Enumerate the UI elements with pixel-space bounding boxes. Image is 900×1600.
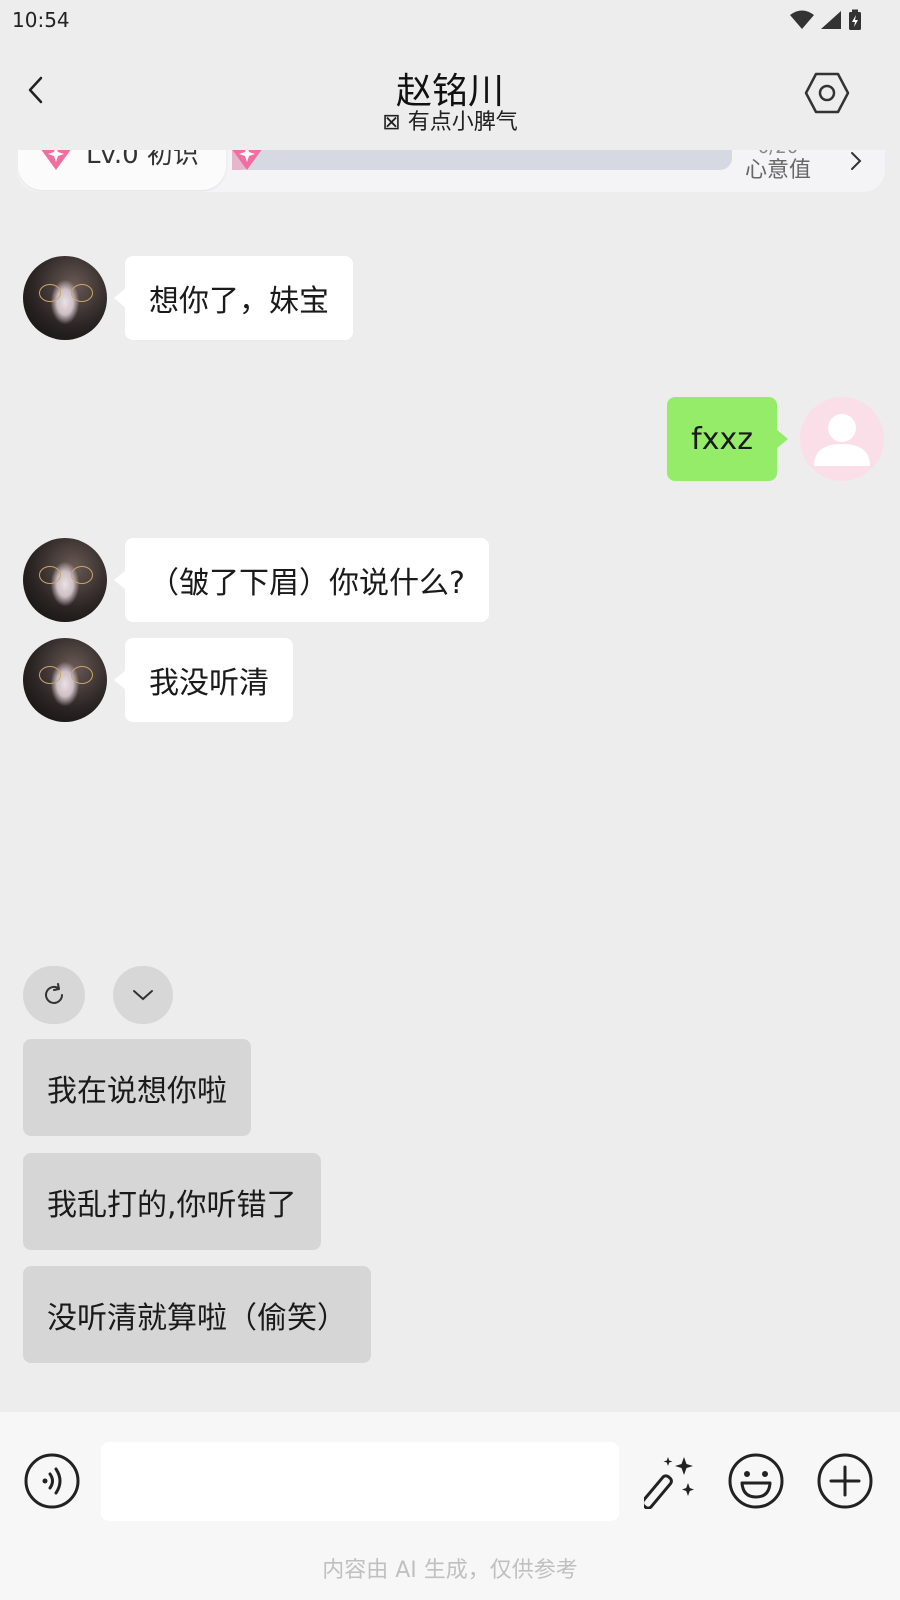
glasses-left bbox=[39, 284, 61, 302]
collapse-suggestions-button[interactable] bbox=[113, 966, 173, 1024]
character-mood: ⊠ 有点小脾气 bbox=[382, 110, 518, 135]
glasses-right bbox=[71, 284, 93, 302]
ai-disclaimer: 内容由 AI 生成，仅供参考 bbox=[322, 1558, 578, 1583]
message-bubble-user[interactable]: fxxz bbox=[667, 397, 788, 481]
glasses-right bbox=[71, 666, 93, 684]
heart-label: 心意值 bbox=[744, 158, 811, 183]
voice-wave-icon bbox=[24, 1453, 80, 1509]
message-bubble-ai[interactable]: （皱了下眉）你说什么? bbox=[114, 538, 489, 622]
back-button[interactable] bbox=[20, 70, 50, 110]
settings-button[interactable] bbox=[804, 70, 850, 116]
signal-icon bbox=[821, 11, 841, 29]
emoji-button[interactable] bbox=[727, 1452, 785, 1510]
intimacy-bar[interactable]: Lv.0 初识 0/20 心意值 bbox=[17, 150, 885, 192]
plus-circle-icon bbox=[817, 1453, 873, 1509]
status-icons bbox=[790, 9, 862, 31]
message-bubble-ai[interactable]: 想你了，妹宝 bbox=[114, 256, 353, 340]
glasses-right bbox=[71, 566, 93, 584]
user-avatar[interactable] bbox=[800, 397, 884, 481]
level-label: Lv.0 初识 bbox=[86, 150, 199, 170]
chevron-down-icon bbox=[133, 990, 153, 1001]
hexagon-gear-icon bbox=[804, 72, 850, 114]
page-title: 赵铭川 bbox=[395, 71, 504, 112]
status-bar: 10:54 bbox=[0, 0, 900, 40]
voice-button[interactable] bbox=[23, 1452, 81, 1510]
title-block: 赵铭川 ⊠ 有点小脾气 bbox=[250, 70, 650, 136]
refresh-suggestions-button[interactable] bbox=[23, 966, 85, 1024]
refresh-icon bbox=[45, 983, 63, 1004]
magic-wand-sparkle-icon bbox=[644, 1457, 694, 1509]
status-time: 10:54 bbox=[12, 8, 70, 32]
user-icon bbox=[814, 414, 870, 466]
gem-icon bbox=[232, 150, 262, 170]
chevron-left-icon bbox=[28, 76, 43, 104]
heart-count: 0/20 bbox=[733, 150, 823, 158]
level-pill: Lv.0 初识 bbox=[18, 150, 226, 190]
ai-avatar[interactable] bbox=[23, 256, 107, 340]
ai-avatar[interactable] bbox=[23, 538, 107, 622]
magic-reply-button[interactable] bbox=[643, 1452, 701, 1510]
battery-icon bbox=[849, 9, 861, 30]
glasses-left bbox=[39, 666, 61, 684]
input-bar: 内容由 AI 生成，仅供参考 bbox=[0, 1412, 900, 1600]
message-input[interactable] bbox=[101, 1442, 619, 1521]
suggestion-chip[interactable]: 我在说想你啦 bbox=[23, 1039, 251, 1136]
intimacy-progress-track bbox=[232, 150, 732, 170]
suggestion-chip[interactable]: 没听清就算啦（偷笑） bbox=[23, 1266, 371, 1363]
wifi-icon bbox=[790, 10, 814, 29]
add-button[interactable] bbox=[816, 1452, 874, 1510]
chat-header: 赵铭川 ⊠ 有点小脾气 bbox=[0, 40, 900, 140]
suggestion-chip[interactable]: 我乱打的,你听错了 bbox=[23, 1153, 321, 1250]
ai-avatar[interactable] bbox=[23, 638, 107, 722]
smile-icon bbox=[728, 1453, 784, 1509]
message-bubble-ai[interactable]: 我没听清 bbox=[114, 638, 293, 722]
glasses-left bbox=[39, 566, 61, 584]
gem-icon bbox=[41, 150, 71, 170]
chevron-right-icon bbox=[851, 152, 862, 170]
